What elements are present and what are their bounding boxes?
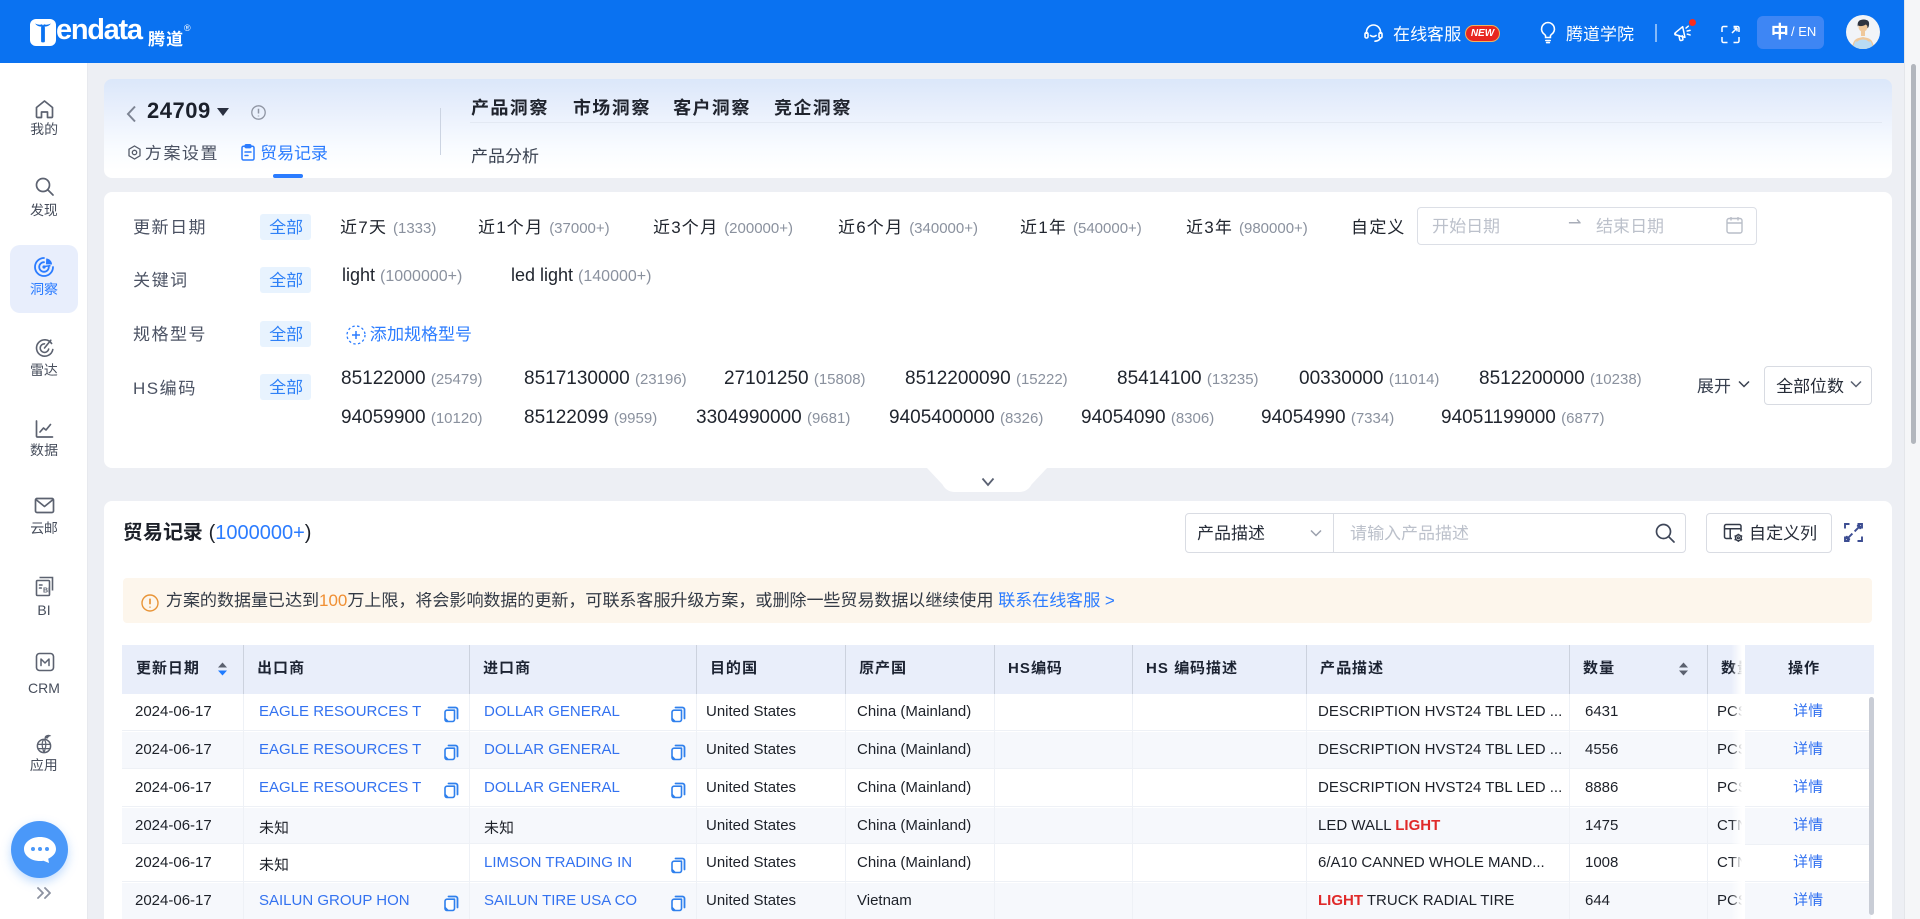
svg-text:BI: BI	[43, 588, 50, 595]
